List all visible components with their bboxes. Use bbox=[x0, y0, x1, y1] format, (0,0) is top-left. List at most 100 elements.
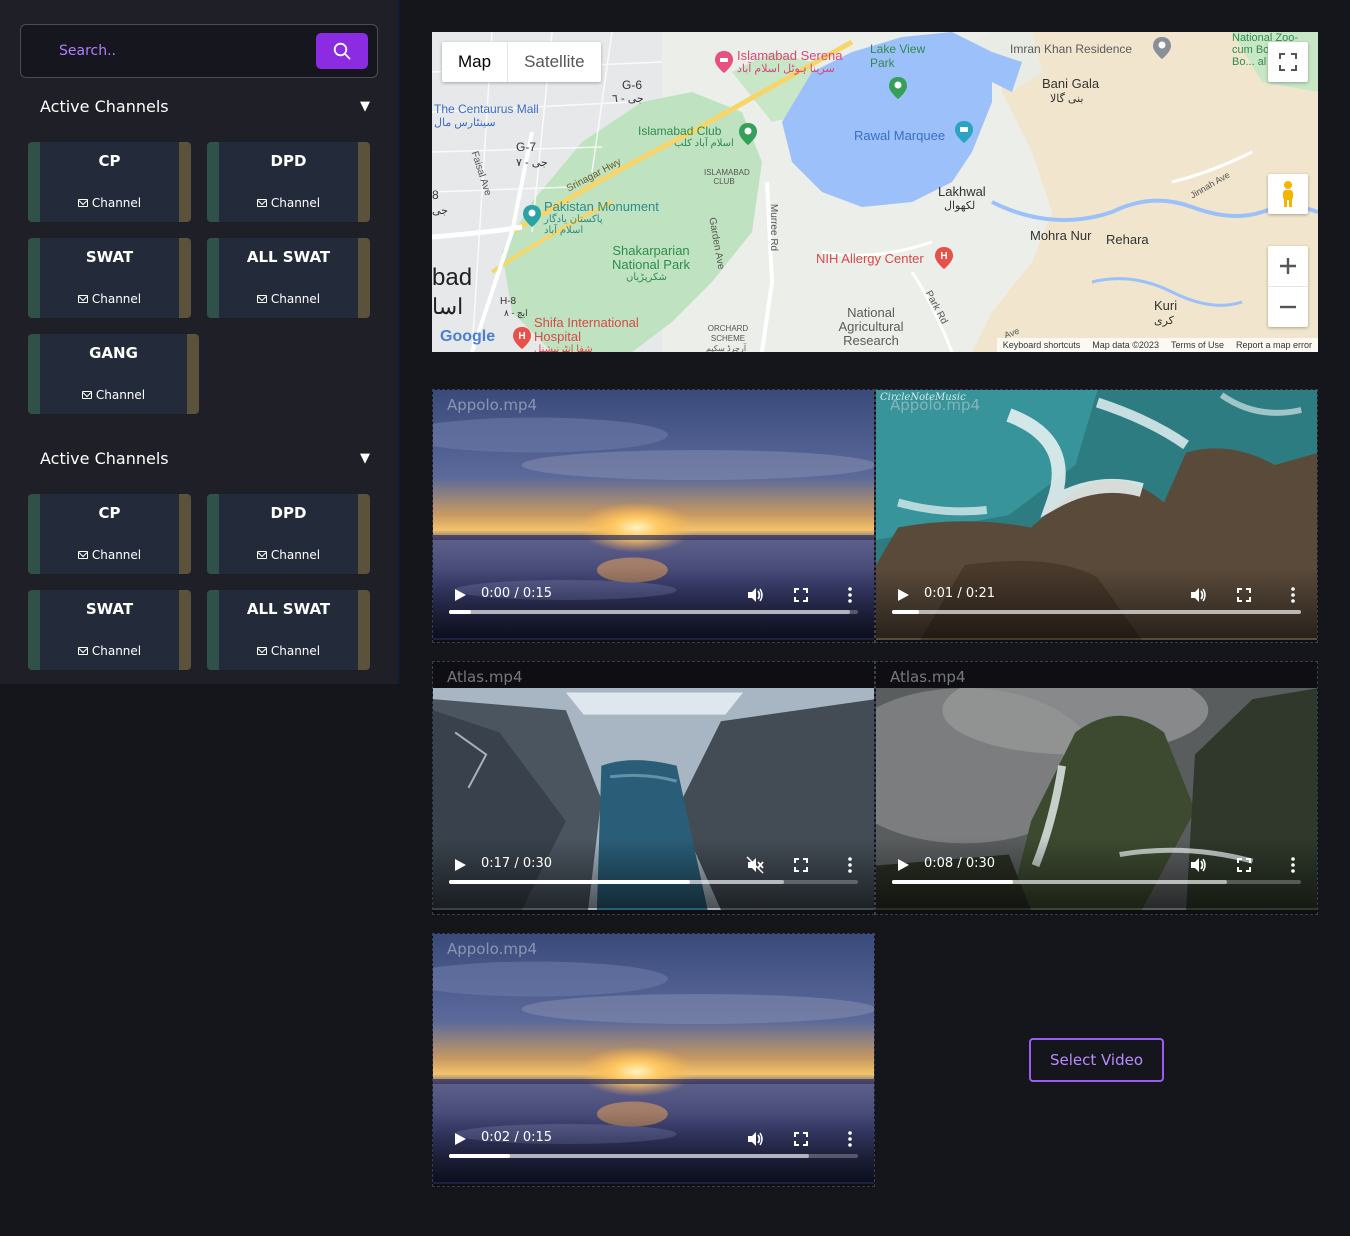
video-player[interactable]: Appolo.mp4 0:00 / 0:15 bbox=[432, 389, 875, 643]
fullscreen-icon[interactable] bbox=[1235, 856, 1253, 874]
card-left-stripe bbox=[28, 590, 40, 670]
section-header-active-channels[interactable]: Active Channels ▼ bbox=[40, 94, 370, 118]
channel-name: SWAT bbox=[85, 248, 134, 266]
map-label: Lake View Park bbox=[870, 42, 926, 70]
video-progress-bar[interactable] bbox=[449, 610, 858, 614]
map-label: G-6 bbox=[622, 78, 643, 92]
play-icon[interactable] bbox=[453, 588, 467, 602]
volume-icon[interactable] bbox=[746, 1130, 764, 1148]
search-button[interactable] bbox=[316, 33, 368, 69]
terms-of-use-link[interactable]: Terms of Use bbox=[1171, 340, 1224, 350]
map-label: ORCHARD SCHEME bbox=[707, 324, 749, 343]
search-input[interactable] bbox=[59, 39, 299, 63]
hotel-pin-icon[interactable] bbox=[714, 50, 734, 74]
video-progress-fill bbox=[449, 610, 472, 614]
video-player[interactable]: Atlas.mp4 0:17 / 0:30 bbox=[432, 661, 875, 915]
marquee-pin-icon[interactable] bbox=[954, 120, 974, 144]
map-label: اسا bbox=[432, 294, 464, 319]
channel-name: SWAT bbox=[85, 600, 134, 618]
video-progress-bar[interactable] bbox=[892, 880, 1301, 884]
channel-card-all-swat[interactable]: ALL SWAT Channel bbox=[207, 238, 370, 318]
map-label: Kuri bbox=[1154, 298, 1178, 313]
mail-icon bbox=[256, 551, 267, 559]
more-options-icon[interactable] bbox=[846, 1130, 854, 1148]
volume-icon[interactable] bbox=[1189, 856, 1207, 874]
video-progress-bar[interactable] bbox=[449, 1154, 858, 1158]
map-fullscreen-button[interactable] bbox=[1268, 42, 1308, 82]
volume-icon[interactable] bbox=[1189, 586, 1207, 604]
video-buffer-fill bbox=[892, 610, 1301, 614]
channel-name: DPD bbox=[270, 152, 307, 170]
hospital-pin-icon[interactable]: H bbox=[512, 326, 532, 350]
more-options-icon[interactable] bbox=[846, 856, 854, 874]
svg-text:H: H bbox=[518, 331, 525, 342]
more-options-icon[interactable] bbox=[1289, 856, 1297, 874]
fullscreen-icon[interactable] bbox=[792, 586, 810, 604]
channel-card-all-swat[interactable]: ALL SWAT Channel bbox=[207, 590, 370, 670]
hospital-pin-icon[interactable]: H bbox=[934, 246, 954, 270]
card-right-stripe bbox=[358, 238, 370, 318]
volume-icon[interactable] bbox=[746, 586, 764, 604]
channel-card-dpd[interactable]: DPD Channel bbox=[207, 142, 370, 222]
channel-card-dpd[interactable]: DPD Channel bbox=[207, 494, 370, 574]
channel-card-swat[interactable]: SWAT Channel bbox=[28, 238, 191, 318]
collapse-caret-icon[interactable]: ▼ bbox=[360, 99, 370, 114]
street-view-pegman-button[interactable] bbox=[1268, 174, 1308, 214]
report-map-error-link[interactable]: Report a map error bbox=[1236, 340, 1312, 350]
channel-sub: Channel bbox=[219, 292, 358, 306]
play-icon[interactable] bbox=[453, 1132, 467, 1146]
video-player[interactable]: Atlas.mp4 0:08 / 0:30 bbox=[875, 661, 1318, 915]
more-options-icon[interactable] bbox=[846, 586, 854, 604]
video-controls: 0:00 / 0:15 bbox=[433, 568, 874, 638]
map-label: Bani Gala bbox=[1042, 76, 1100, 91]
zoom-in-button[interactable] bbox=[1268, 247, 1308, 287]
map-tab-map[interactable]: Map bbox=[442, 42, 509, 82]
video-progress-fill bbox=[892, 610, 919, 614]
club-pin-icon[interactable] bbox=[738, 122, 758, 146]
channel-name: CP bbox=[98, 152, 121, 170]
map-label: NIH Allergy Center bbox=[816, 251, 924, 266]
minus-icon bbox=[1280, 305, 1296, 308]
location-pin-icon[interactable] bbox=[1152, 36, 1172, 60]
map-label: H-8 bbox=[500, 296, 517, 307]
video-player[interactable]: CircleNoteMusic Appolo.mp4 0:01 / 0:21 bbox=[875, 389, 1318, 643]
map-label: جی - ٦ bbox=[612, 93, 644, 105]
video-player[interactable]: Appolo.mp4 0:02 / 0:15 bbox=[432, 933, 875, 1187]
zoom-out-button[interactable] bbox=[1268, 287, 1308, 327]
map-label: سینٹارس مال bbox=[434, 117, 496, 129]
fullscreen-icon[interactable] bbox=[792, 856, 810, 874]
video-progress-fill bbox=[892, 880, 1013, 884]
card-right-stripe bbox=[358, 494, 370, 574]
muted-icon[interactable] bbox=[746, 856, 764, 874]
fullscreen-icon[interactable] bbox=[1235, 586, 1253, 604]
channel-card-swat[interactable]: SWAT Channel bbox=[28, 590, 191, 670]
play-icon[interactable] bbox=[896, 858, 910, 872]
map-label: Shakarparian National Park bbox=[611, 243, 691, 272]
map-tab-satellite[interactable]: Satellite bbox=[508, 42, 600, 82]
map-label: Pakistan Monument bbox=[544, 199, 659, 214]
channel-card-gang[interactable]: GANG Channel bbox=[28, 334, 199, 414]
google-map[interactable]: Islamabad Serena سرینا ہوٹل اسلام آباد L… bbox=[432, 32, 1318, 352]
video-progress-bar[interactable] bbox=[892, 610, 1301, 614]
card-right-stripe bbox=[358, 142, 370, 222]
play-icon[interactable] bbox=[453, 858, 467, 872]
map-label: Rehara bbox=[1106, 232, 1149, 247]
fullscreen-icon[interactable] bbox=[792, 1130, 810, 1148]
select-video-button[interactable]: Select Video bbox=[1029, 1038, 1164, 1082]
card-right-stripe bbox=[358, 590, 370, 670]
collapse-caret-icon[interactable]: ▼ bbox=[360, 451, 370, 466]
channel-card-cp[interactable]: CP Channel bbox=[28, 494, 191, 574]
section-header-active-channels-2[interactable]: Active Channels ▼ bbox=[40, 446, 370, 470]
keyboard-shortcuts-link[interactable]: Keyboard shortcuts bbox=[1003, 340, 1081, 350]
play-icon[interactable] bbox=[896, 588, 910, 602]
channel-sub: Channel bbox=[219, 196, 358, 210]
channel-name: ALL SWAT bbox=[246, 600, 331, 618]
svg-text:H: H bbox=[940, 251, 947, 262]
monument-pin-icon[interactable] bbox=[522, 204, 542, 228]
video-progress-bar[interactable] bbox=[449, 880, 858, 884]
map-label: Imran Khan Residence bbox=[1010, 42, 1133, 56]
more-options-icon[interactable] bbox=[1289, 586, 1297, 604]
channel-card-cp[interactable]: CP Channel bbox=[28, 142, 191, 222]
map-label: کری bbox=[1154, 315, 1174, 327]
park-pin-icon[interactable] bbox=[888, 76, 908, 100]
